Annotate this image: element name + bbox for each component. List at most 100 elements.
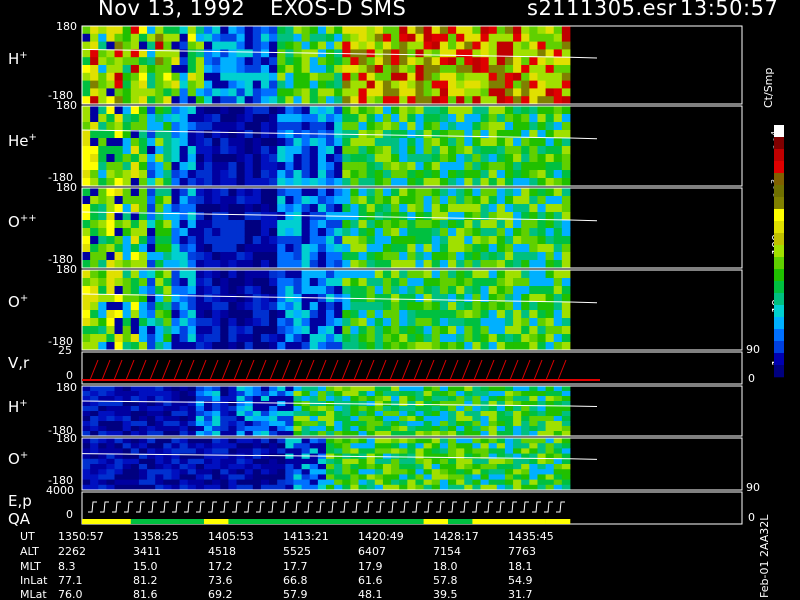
spectrogram-cell [342, 236, 351, 245]
spectrogram-cell [415, 114, 424, 123]
spectrogram-cell [391, 406, 400, 412]
spectrogram-cell [513, 278, 522, 287]
spectrogram-cell [90, 270, 99, 279]
spectrogram-cell [342, 114, 351, 123]
spectrogram-cell [399, 334, 408, 343]
spectrogram-cell [163, 122, 172, 131]
spectrogram-cell [82, 33, 91, 42]
spectrogram-cell [220, 443, 229, 449]
spectrogram-cell [309, 302, 319, 311]
spectrogram-cell [407, 122, 416, 131]
spectrogram-cell [529, 286, 538, 295]
spectrogram-cell [488, 88, 498, 97]
spectrogram-cell [98, 310, 107, 319]
spectrogram-cell [553, 386, 563, 392]
spectrogram-cell [317, 96, 327, 105]
spectrogram-cell [366, 421, 376, 427]
spectrogram-cell [82, 411, 91, 417]
spectrogram-cell [488, 474, 498, 480]
spectrogram-cell [504, 474, 514, 480]
spectrogram-cell [488, 342, 498, 351]
spectrogram-cell [187, 65, 197, 74]
spectrogram-cell [480, 41, 490, 50]
spectrogram-cell [244, 26, 254, 35]
spectrogram-cell [513, 220, 522, 229]
spectrogram-cell [545, 96, 555, 105]
spectrogram-cell [342, 396, 351, 402]
spectrogram-cell [431, 138, 441, 147]
spectrogram-cell [269, 421, 278, 427]
spectrogram-cell [366, 416, 376, 422]
spectrogram-cell [342, 448, 351, 454]
spectrogram-cell [423, 464, 433, 470]
spectrogram-cell [472, 212, 481, 221]
spectrogram-cell [82, 170, 91, 179]
spectrogram-cell [147, 464, 156, 470]
spectrogram-cell [293, 479, 302, 486]
spectrogram-cell [155, 342, 164, 351]
spectrogram-cell [480, 270, 490, 279]
spectrogram-cell [537, 106, 546, 115]
spectrogram-cell [472, 411, 481, 417]
spectrogram-cell [545, 220, 555, 229]
spectrogram-cell [195, 228, 205, 237]
spectrogram-cell [358, 342, 368, 351]
spectrogram-cell [326, 80, 335, 89]
spectrogram-cell [366, 88, 376, 97]
spectrogram-cell [317, 114, 327, 123]
spectrogram-cell [472, 146, 481, 155]
spectrogram-cell [171, 33, 180, 42]
spectrogram-cell [130, 302, 140, 311]
spectrogram-cell [244, 106, 254, 115]
spectrogram-cell [252, 443, 262, 449]
spectrogram-cell [431, 154, 441, 163]
spectrogram-cell [106, 65, 115, 74]
spectrogram-cell [122, 96, 132, 105]
spectrogram-cell [277, 438, 286, 444]
spectrogram-cell [342, 96, 351, 105]
spectrogram-cell [260, 130, 270, 139]
spectrogram-cell [334, 334, 343, 343]
spectrogram-cell [244, 244, 254, 253]
spectrogram-cell [391, 278, 400, 287]
spectrogram-cell [204, 154, 213, 163]
spectrogram-cell [391, 310, 400, 319]
spectrogram-cell [277, 178, 286, 187]
spectrogram-cell [423, 421, 433, 427]
spectrogram-cell [334, 114, 343, 123]
spectrogram-cell [464, 228, 473, 237]
spectrogram-cell [122, 318, 132, 327]
spectrogram-cell [220, 72, 229, 81]
spectrogram-cell [269, 122, 278, 131]
spectrogram-cell [204, 318, 213, 327]
spectrogram-cell [90, 479, 99, 486]
spectrogram-cell [488, 228, 498, 237]
spectrogram-cell [130, 178, 140, 187]
spectrogram-cell [488, 146, 498, 155]
spectrogram-cell [187, 204, 197, 213]
spectrogram-cell [456, 252, 465, 261]
spectrogram-cell [456, 443, 465, 449]
spectrogram-cell [187, 106, 197, 115]
spectrogram-cell [382, 220, 392, 229]
spectrogram-cell [220, 406, 229, 412]
spectrogram-cell [439, 342, 449, 351]
spectrogram-cell [448, 196, 457, 205]
spectrogram-cell [504, 286, 514, 295]
spectrogram-cell [179, 421, 189, 427]
spectrogram-cell [236, 438, 246, 444]
qa-segment [155, 519, 180, 524]
spectrogram-cell [252, 204, 262, 213]
spectrogram-cell [106, 57, 115, 66]
spectrogram-cell [285, 26, 294, 35]
spectrogram-cell [155, 458, 164, 465]
spectrogram-cell [358, 65, 368, 74]
spectrogram-cell [260, 138, 270, 147]
spectrogram-cell [415, 88, 424, 97]
spectrogram-cell [496, 469, 506, 475]
vr-sawtooth [149, 359, 159, 381]
spectrogram-cell [301, 426, 311, 432]
spectrogram-cell [171, 310, 180, 319]
spectrogram-cell [553, 72, 563, 81]
spectrogram-cell [130, 469, 140, 475]
